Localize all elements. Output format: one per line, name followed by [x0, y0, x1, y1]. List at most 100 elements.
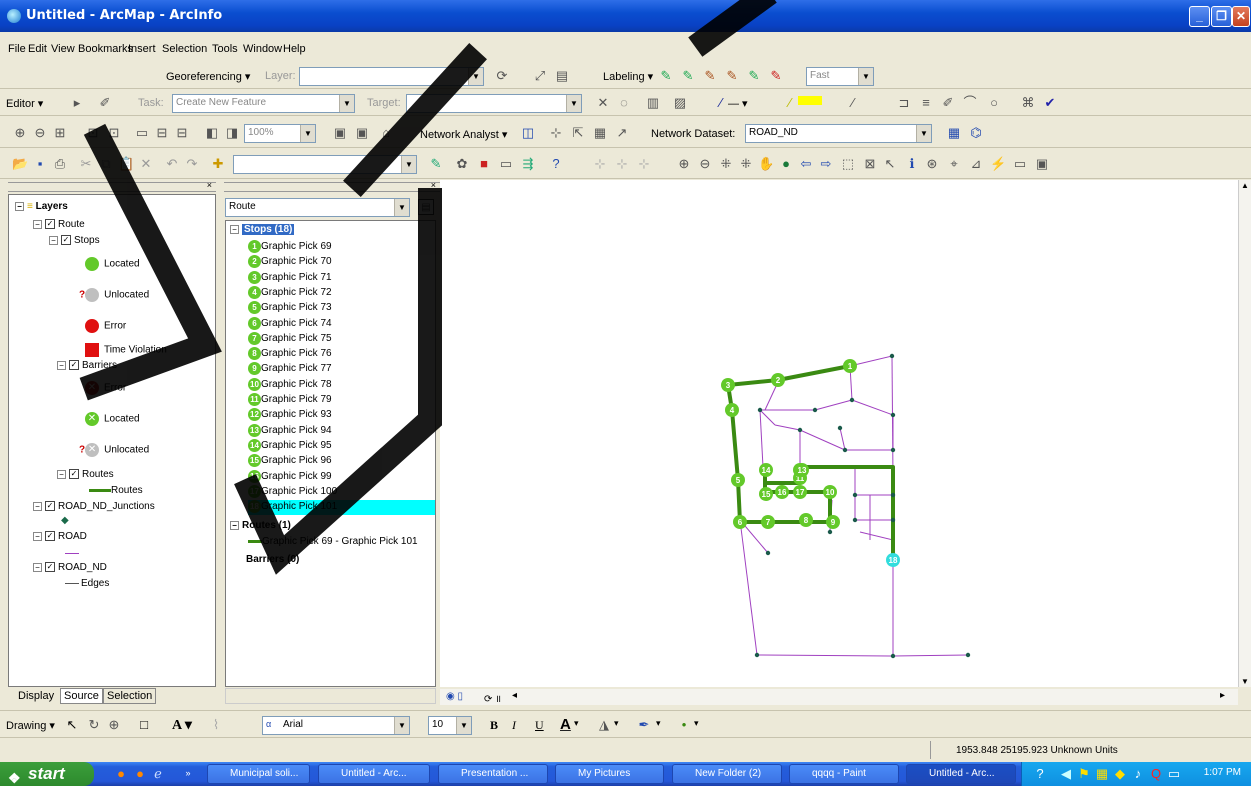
- network-analyst-menu[interactable]: Network Analyst ▾: [420, 128, 507, 141]
- select-location-icon[interactable]: ⇱: [570, 125, 586, 141]
- underline-button[interactable]: U: [535, 718, 544, 733]
- fill-bucket-icon[interactable]: ◮: [596, 717, 612, 733]
- ie-icon[interactable]: ℯ: [150, 766, 166, 782]
- na-close-icon[interactable]: ×: [431, 180, 436, 190]
- tray-volume-icon[interactable]: ♪: [1130, 766, 1146, 782]
- menu-tools[interactable]: Tools: [212, 43, 238, 55]
- menu-insert[interactable]: Insert: [128, 43, 156, 55]
- forward-icon[interactable]: ⇨: [818, 156, 834, 172]
- layout-zoom-out-icon[interactable]: ⊖: [32, 125, 48, 141]
- drawing-menu[interactable]: Drawing ▾: [6, 719, 55, 732]
- tray-network-icon[interactable]: ⚑: [1076, 766, 1092, 782]
- fill-color-icon[interactable]: ∕: [782, 95, 798, 111]
- select-elements-icon[interactable]: ↖: [882, 156, 898, 172]
- full-extent-icon[interactable]: ●: [778, 156, 794, 172]
- marker-color-dropdown[interactable]: ▾: [694, 718, 699, 729]
- toc-road-nd[interactable]: − ✓ ROAD_ND: [33, 562, 107, 573]
- menu-edit[interactable]: Edit: [28, 43, 47, 55]
- na-properties-icon[interactable]: ▤: [418, 199, 434, 215]
- na-stop-item[interactable]: 18 Graphic Pick 101: [248, 500, 435, 516]
- fill-color-dropdown[interactable]: ▾: [614, 718, 619, 729]
- snap3-icon[interactable]: ⊹: [636, 156, 652, 172]
- task-presentation[interactable]: Presentation ...: [438, 764, 548, 784]
- na-stop-item[interactable]: 17 Graphic Pick 100: [248, 484, 337, 500]
- network-identify-icon[interactable]: ⌬: [968, 125, 984, 141]
- time-slider-icon[interactable]: ▣: [1034, 156, 1050, 172]
- zoom-whole-page-icon[interactable]: ⊡: [85, 125, 101, 141]
- tray-search-icon[interactable]: Q: [1148, 766, 1164, 782]
- outline-color-icon[interactable]: ∕: [845, 95, 861, 111]
- na-stop-item[interactable]: 3 Graphic Pick 71: [248, 270, 332, 286]
- toc-close-icon[interactable]: ×: [207, 180, 212, 190]
- data-view-icon[interactable]: ◉ ▯: [446, 691, 463, 702]
- solve-icon[interactable]: ↗: [614, 125, 630, 141]
- map-stop-marker[interactable]: 15: [759, 487, 773, 501]
- fill-color-swatch[interactable]: [798, 96, 822, 105]
- map-stop-marker[interactable]: 10: [823, 485, 837, 499]
- na-stop-item[interactable]: 11 Graphic Pick 79: [248, 393, 332, 408]
- add-data-icon[interactable]: ✚: [210, 156, 226, 172]
- focus-frame-icon[interactable]: ▣: [354, 125, 370, 141]
- na-stop-item[interactable]: 15 Graphic Pick 96: [248, 454, 332, 469]
- zoom-combo[interactable]: 100% ▼: [244, 124, 316, 143]
- menu-bookmarks[interactable]: Bookmarks: [78, 43, 133, 55]
- map-stop-marker[interactable]: 1: [843, 359, 857, 373]
- label-manager-icon[interactable]: ✎: [658, 68, 674, 84]
- map-stop-marker[interactable]: 6: [733, 515, 747, 529]
- draft-mode-icon[interactable]: ▣: [332, 125, 348, 141]
- sketch-tool-icon[interactable]: ✐: [97, 95, 113, 111]
- delete-icon[interactable]: ✕: [138, 156, 154, 172]
- distribute-icon[interactable]: ≡: [918, 95, 934, 111]
- na-class-combo[interactable]: Route ▼: [225, 198, 410, 217]
- task-my-pictures[interactable]: My Pictures: [555, 764, 664, 784]
- map-stop-marker[interactable]: 2: [771, 373, 785, 387]
- na-stop-item[interactable]: 12 Graphic Pick 93: [248, 408, 332, 423]
- map-stop-marker[interactable]: 14: [759, 463, 773, 477]
- map-stop-marker[interactable]: 16: [775, 485, 789, 499]
- menu-view[interactable]: View: [51, 43, 75, 55]
- labeling-speed-combo[interactable]: Fast ▼: [806, 67, 874, 86]
- na-stop-item[interactable]: 7 Graphic Pick 75: [248, 331, 332, 347]
- tab-display[interactable]: Display: [18, 690, 54, 702]
- select-features-icon[interactable]: ⬚: [840, 156, 856, 172]
- tray-help-icon[interactable]: ?: [1032, 766, 1048, 782]
- tray-back-icon[interactable]: ◀: [1058, 766, 1074, 782]
- na-stop-item[interactable]: 13 Graphic Pick 94: [248, 423, 332, 439]
- map-vertical-scrollbar[interactable]: ▲ ▼: [1238, 180, 1251, 687]
- task-arcmap-1[interactable]: Untitled - Arc...: [318, 764, 430, 784]
- arc-catalog-icon[interactable]: ✿: [454, 156, 470, 172]
- font-color-button[interactable]: A: [560, 716, 571, 733]
- zoom-page-icon[interactable]: ⊟: [154, 125, 170, 141]
- split-tool-icon[interactable]: ✕: [595, 95, 611, 111]
- rotate-element-icon[interactable]: ↻: [86, 717, 102, 733]
- line-color-pen-icon[interactable]: ✒: [636, 717, 652, 733]
- back-extent-icon[interactable]: ◧: [204, 125, 220, 141]
- task-arcmap-2[interactable]: Untitled - Arc...: [906, 764, 1016, 784]
- task-paint[interactable]: qqqq - Paint: [789, 764, 899, 784]
- firefox2-icon[interactable]: ●: [132, 766, 148, 782]
- toc-road[interactable]: − ✓ ROAD: [33, 531, 87, 542]
- line-style-dropdown[interactable]: — ▾: [728, 97, 748, 110]
- na-stop-item[interactable]: 6 Graphic Pick 74: [248, 316, 332, 332]
- edit-vertices-icon[interactable]: ⌇: [208, 717, 224, 733]
- start-button[interactable]: ❖ start: [0, 762, 94, 786]
- sketch-properties-icon[interactable]: ▨: [672, 95, 688, 111]
- zoom-100-icon[interactable]: ⊡: [106, 125, 122, 141]
- georeferencing-menu[interactable]: Georeferencing ▾: [166, 70, 250, 83]
- map-stop-marker[interactable]: 9: [826, 515, 840, 529]
- map-stop-marker[interactable]: 17: [793, 485, 807, 499]
- na-routes-header[interactable]: − Routes (1): [230, 520, 291, 531]
- minimize-button[interactable]: _: [1189, 6, 1210, 27]
- layer-combo[interactable]: ▼: [299, 67, 484, 86]
- trace-icon[interactable]: ⌒: [962, 95, 978, 111]
- target-combo[interactable]: ▼: [406, 94, 582, 113]
- link-table-icon[interactable]: ▤: [554, 68, 570, 84]
- save-icon[interactable]: ▪: [32, 156, 48, 172]
- network-dataset-combo[interactable]: ROAD_ND ▼: [745, 124, 932, 143]
- html-popup-icon[interactable]: ▭: [1012, 156, 1028, 172]
- select-elements-pointer-icon[interactable]: ↖: [64, 717, 80, 733]
- marker-color-icon[interactable]: •: [676, 717, 692, 733]
- create-location-icon[interactable]: ⊹: [548, 125, 564, 141]
- na-stop-item[interactable]: 5 Graphic Pick 73: [248, 301, 332, 316]
- labeling-menu[interactable]: Labeling ▾: [603, 70, 653, 83]
